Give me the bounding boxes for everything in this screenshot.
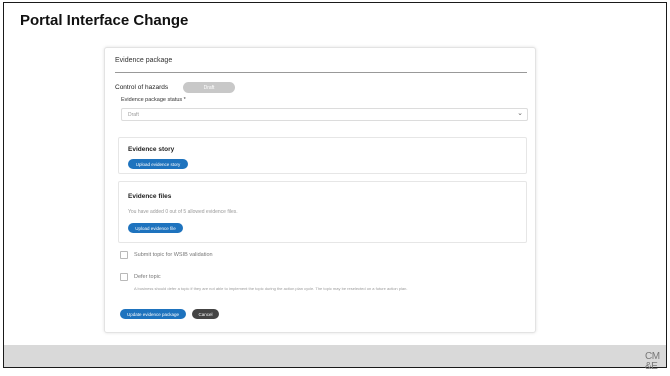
control-of-hazards-row: Control of hazards Draft (115, 81, 235, 94)
defer-topic-checkbox[interactable] (120, 273, 128, 281)
evidence-story-title: Evidence story (128, 146, 175, 153)
evidence-package-panel: Evidence package Control of hazards Draf… (104, 47, 536, 333)
company-logo: CM &E (645, 352, 667, 372)
upload-evidence-file-button[interactable]: Upload evidence file (128, 223, 183, 233)
evidence-files-section: Evidence files You have added 0 out of 5… (118, 181, 527, 243)
submit-topic-row: Submit topic for WSIB validation (120, 251, 213, 259)
evidence-story-section: Evidence story Upload evidence story (118, 137, 527, 174)
panel-title: Evidence package (115, 57, 173, 64)
cancel-button[interactable]: Cancel (192, 309, 219, 319)
footer-bar (4, 345, 666, 367)
slide-title: Portal Interface Change (20, 12, 189, 29)
evidence-files-note: You have added 0 out of 5 allowed eviden… (128, 209, 238, 215)
panel-divider (115, 72, 527, 73)
defer-topic-description: A business should defer a topic if they … (134, 286, 408, 291)
evidence-status-value: Draft (128, 112, 139, 118)
defer-topic-row: Defer topic (120, 273, 161, 281)
evidence-files-title: Evidence files (128, 193, 172, 200)
chevron-down-icon: ⌄ (517, 110, 523, 117)
update-evidence-package-button[interactable]: Update evidence package (120, 309, 186, 319)
logo-line-2: &E (645, 361, 658, 372)
submit-topic-checkbox[interactable] (120, 251, 128, 259)
evidence-status-label: Evidence package status * (121, 97, 186, 103)
draft-status-badge: Draft (183, 82, 235, 93)
submit-topic-label: Submit topic for WSIB validation (134, 252, 213, 258)
control-of-hazards-label: Control of hazards (115, 84, 169, 91)
upload-evidence-story-button[interactable]: Upload evidence story (128, 159, 188, 169)
evidence-status-select[interactable]: Draft ⌄ (121, 108, 528, 121)
slide: Portal Interface Change Evidence package… (3, 2, 667, 368)
defer-topic-label: Defer topic (134, 274, 161, 280)
